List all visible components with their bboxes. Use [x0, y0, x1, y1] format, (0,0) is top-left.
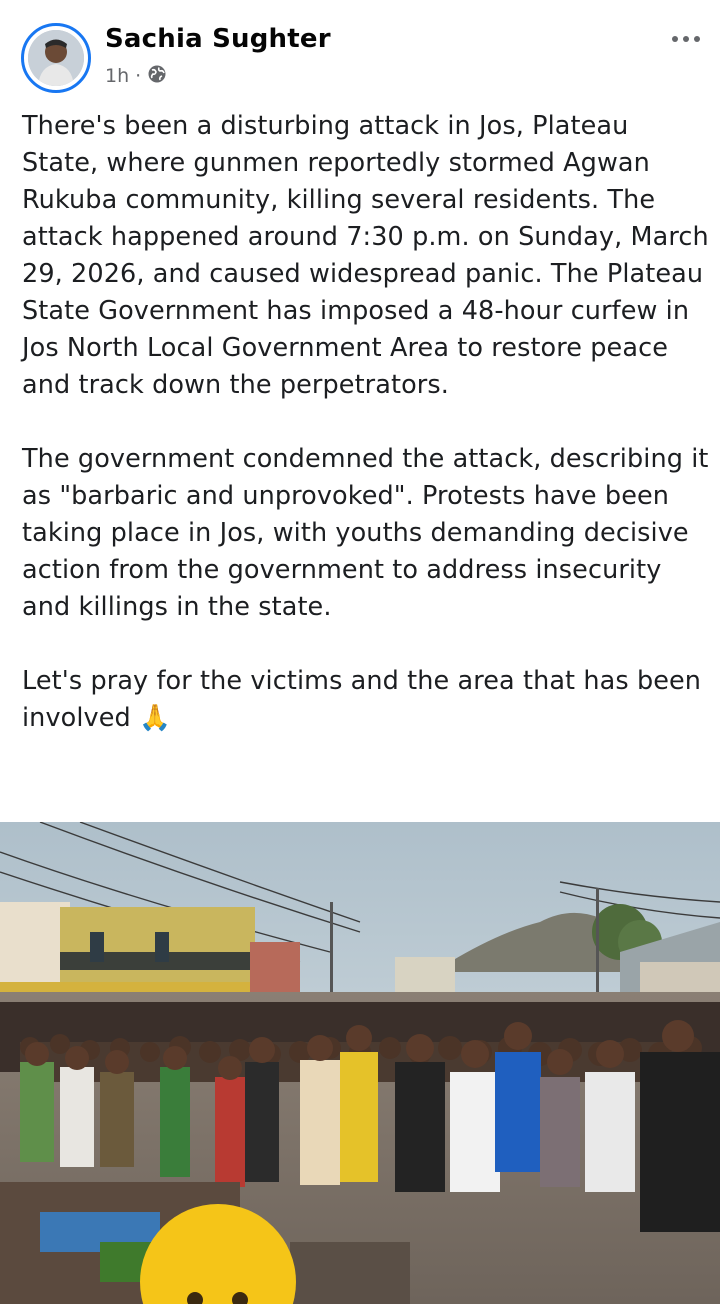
- post-header: Sachia Sughter 1h ·: [0, 0, 720, 112]
- post-photo[interactable]: [0, 822, 720, 1304]
- dot: [694, 36, 700, 42]
- post-paragraph: There's been a disturbing attack in Jos,…: [22, 111, 709, 400]
- more-horizontal-icon: [672, 36, 678, 42]
- author-name[interactable]: Sachia Sughter: [105, 24, 331, 54]
- avatar-image: [28, 30, 84, 86]
- meta-separator: ·: [135, 65, 142, 87]
- dot: [683, 36, 689, 42]
- more-options-button[interactable]: [667, 28, 705, 50]
- avatar[interactable]: [21, 23, 91, 93]
- globe-icon[interactable]: [147, 64, 167, 89]
- post-time[interactable]: 1h: [105, 65, 129, 87]
- crowd-photo: [0, 822, 720, 1304]
- post-body: There's been a disturbing attack in Jos,…: [22, 108, 712, 737]
- post-meta: 1h ·: [105, 64, 167, 88]
- post-paragraph: The government condemned the attack, des…: [22, 444, 709, 622]
- post-paragraph: Let's pray for the victims and the area …: [22, 666, 702, 733]
